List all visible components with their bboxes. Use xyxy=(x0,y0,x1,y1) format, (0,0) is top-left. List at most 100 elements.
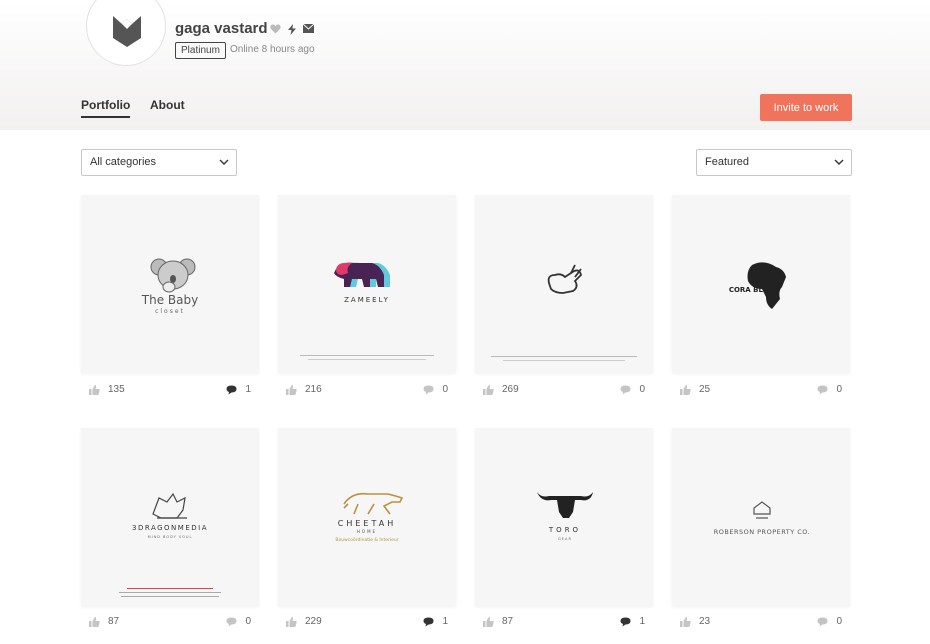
comment-count[interactable]: 0 xyxy=(817,616,842,627)
tab-portfolio[interactable]: Portfolio xyxy=(81,98,131,118)
like-count[interactable]: 135 xyxy=(89,384,125,395)
rabbit-logo-image xyxy=(491,264,637,361)
bull-logo-image: TORO GEAR xyxy=(537,492,593,541)
profile-header: gaga vastard Platinum Online 8 hours ago… xyxy=(0,0,930,130)
like-count-value: 229 xyxy=(305,616,322,627)
koala-logo-image: The Baby closet xyxy=(141,258,198,315)
portfolio-item-stats: 25 0 xyxy=(672,384,850,398)
comment-icon xyxy=(423,385,434,394)
online-status: Online 8 hours ago xyxy=(230,44,315,55)
like-count-value: 216 xyxy=(305,384,322,395)
dragon-logo-image: 3DRAGONMEDIA MIND BODY SOUL xyxy=(119,492,221,597)
thumbs-up-icon xyxy=(89,384,100,395)
like-count[interactable]: 87 xyxy=(89,616,119,627)
thumbs-up-icon xyxy=(680,616,691,627)
comment-count-value: 1 xyxy=(245,384,251,395)
portfolio-item-stats: 135 1 xyxy=(81,384,259,398)
comment-count[interactable]: 0 xyxy=(423,384,448,395)
logo-title: The Baby xyxy=(141,293,198,307)
chevron-down-icon xyxy=(834,159,844,165)
portfolio-item-stats: 87 1 xyxy=(475,616,653,630)
logo-title: TORO xyxy=(548,526,581,534)
logo-title: 3DRAGONMEDIA xyxy=(132,524,208,532)
portfolio-item-stats: 87 0 xyxy=(81,616,259,630)
logo-subtitle: MIND BODY SOUL xyxy=(148,535,193,539)
like-count-value: 87 xyxy=(108,616,120,627)
shield-logo-icon xyxy=(113,16,141,47)
comment-count-value: 1 xyxy=(442,616,448,627)
portfolio-item-toro[interactable]: TORO GEAR xyxy=(475,428,653,606)
portfolio-item-stats: 229 1 xyxy=(278,616,456,630)
chevron-down-icon xyxy=(219,159,229,165)
category-select-value: All categories xyxy=(90,156,157,168)
like-count[interactable]: 25 xyxy=(680,384,710,395)
logo-subtitle: GEAR xyxy=(558,537,572,541)
portfolio-item-stats: 216 0 xyxy=(278,384,456,398)
bear-logo-image: ZAMEELY xyxy=(300,262,434,360)
avatar[interactable] xyxy=(86,0,166,66)
cheetah-logo-image: CHEETAH HOME Bouwcoördinatie & Interieur xyxy=(335,492,404,543)
logo-title: CHEETAH xyxy=(338,519,396,528)
portfolio-item-cora-blue[interactable]: CORA BLUE xyxy=(672,195,850,373)
comment-icon xyxy=(620,385,631,394)
comment-icon xyxy=(817,385,828,394)
comment-count[interactable]: 0 xyxy=(817,384,842,395)
like-count[interactable]: 229 xyxy=(286,616,322,627)
portfolio-item-zameely[interactable]: ZAMEELY xyxy=(278,195,456,373)
like-count-value: 25 xyxy=(699,384,711,395)
comment-icon xyxy=(423,617,434,626)
comment-icon xyxy=(620,617,631,626)
comment-count-value: 0 xyxy=(442,384,448,395)
mail-icon[interactable] xyxy=(302,23,315,36)
thumbs-up-icon xyxy=(286,384,297,395)
like-count-value: 23 xyxy=(699,616,711,627)
portfolio-item-stats: 269 0 xyxy=(475,384,653,398)
portfolio-item-stats: 23 0 xyxy=(672,616,850,630)
comment-count[interactable]: 1 xyxy=(620,616,645,627)
like-count[interactable]: 23 xyxy=(680,616,710,627)
logo-tagline: Bouwcoördinatie & Interieur xyxy=(335,537,398,543)
heart-icon[interactable] xyxy=(270,24,281,37)
like-count-value: 269 xyxy=(502,384,519,395)
comment-count[interactable]: 0 xyxy=(226,616,251,627)
sort-select-value: Featured xyxy=(705,156,750,168)
logo-subtitle: HOME xyxy=(357,529,377,534)
like-count[interactable]: 87 xyxy=(483,616,513,627)
like-count-value: 87 xyxy=(502,616,514,627)
comment-count[interactable]: 1 xyxy=(226,384,251,395)
comment-icon xyxy=(226,617,237,626)
comment-count[interactable]: 0 xyxy=(620,384,645,395)
portfolio-item-3dragonmedia[interactable]: 3DRAGONMEDIA MIND BODY SOUL xyxy=(81,428,259,606)
thumbs-up-icon xyxy=(483,384,494,395)
like-count[interactable]: 216 xyxy=(286,384,322,395)
portfolio-item-baby-closet[interactable]: The Baby closet xyxy=(81,195,259,373)
house-logo-image: ROBERSON PROPERTY CO. xyxy=(714,501,810,536)
logo-title: ROBERSON PROPERTY CO. xyxy=(714,528,810,536)
comment-count-value: 0 xyxy=(245,616,251,627)
tab-about[interactable]: About xyxy=(150,98,185,112)
logo-title: CORA BLUE xyxy=(729,286,774,294)
like-count[interactable]: 269 xyxy=(483,384,519,395)
comment-count-value: 1 xyxy=(639,616,645,627)
like-count-value: 135 xyxy=(108,384,125,395)
africa-logo-image: CORA BLUE xyxy=(729,262,786,309)
comment-icon xyxy=(226,385,237,394)
comment-count[interactable]: 1 xyxy=(423,616,448,627)
logo-title: ZAMEELY xyxy=(344,296,390,304)
thumbs-up-icon xyxy=(483,616,494,627)
comment-count-value: 0 xyxy=(836,616,842,627)
status-badge: Platinum xyxy=(175,42,226,59)
portfolio-item-roberson[interactable]: ROBERSON PROPERTY CO. xyxy=(672,428,850,606)
thumbs-up-icon xyxy=(680,384,691,395)
invite-to-work-button[interactable]: Invite to work xyxy=(760,94,852,121)
thumbs-up-icon xyxy=(89,616,100,627)
logo-subtitle: closet xyxy=(155,308,185,315)
category-select[interactable]: All categories xyxy=(81,149,237,176)
portfolio-item-cheetah[interactable]: CHEETAH HOME Bouwcoördinatie & Interieur xyxy=(278,428,456,606)
comment-icon xyxy=(817,617,828,626)
thumbs-up-icon xyxy=(286,616,297,627)
portfolio-item-rabbit[interactable] xyxy=(475,195,653,373)
username: gaga vastard xyxy=(175,20,268,37)
sort-select[interactable]: Featured xyxy=(696,149,852,176)
lightning-icon[interactable] xyxy=(288,24,296,38)
